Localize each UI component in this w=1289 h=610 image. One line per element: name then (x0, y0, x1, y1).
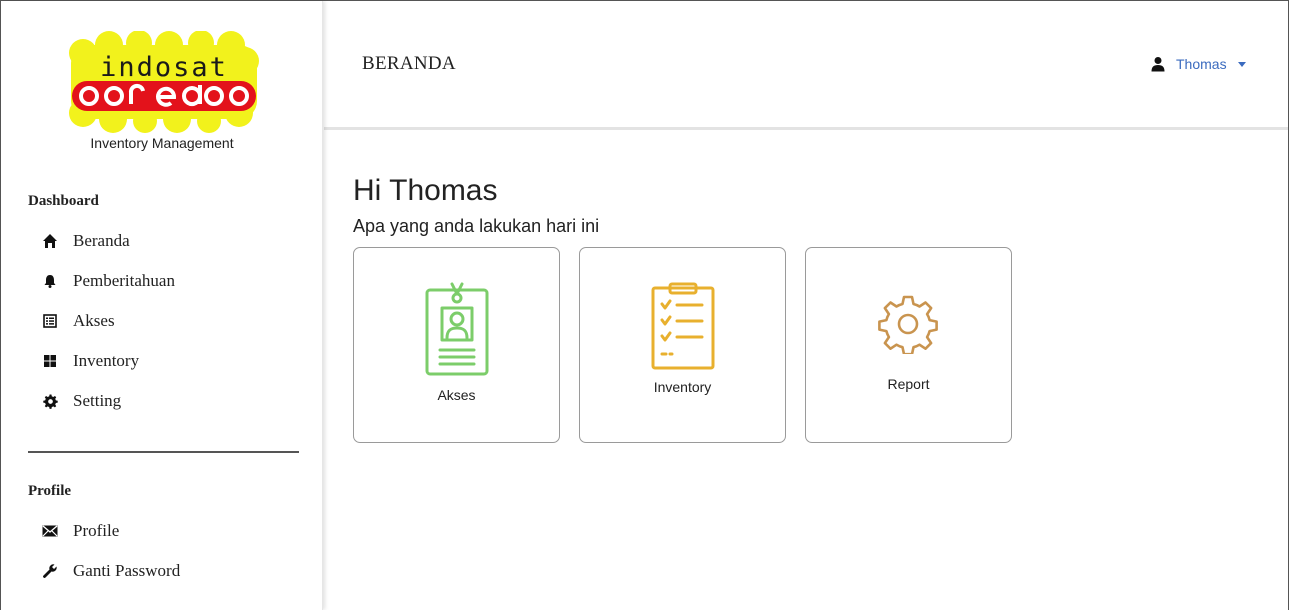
home-icon (41, 232, 59, 250)
card-report[interactable]: Report (805, 247, 1012, 443)
user-icon (1150, 56, 1166, 72)
app-caption: Inventory Management (90, 135, 234, 151)
card-label: Inventory (653, 379, 712, 395)
section-title-dashboard: Dashboard (28, 193, 99, 209)
top-header: BERANDA Thomas (324, 1, 1288, 130)
greeting-heading: Hi Thomas (353, 174, 498, 207)
grid-icon (41, 352, 59, 370)
sidebar-item-label: Inventory (73, 351, 140, 370)
sidebar-item-label: Pemberitahuan (73, 271, 175, 290)
card-inventory[interactable]: Inventory (579, 247, 786, 443)
wrench-icon (41, 562, 59, 580)
sidebar-item-beranda[interactable]: Beranda (41, 229, 130, 253)
sidebar: indosat Inventory Management Dashboard B… (1, 1, 323, 610)
sidebar-item-ganti-password[interactable]: Ganti Password (41, 559, 180, 583)
logo-indosat-text: indosat (100, 52, 228, 83)
sidebar-item-label: Setting (73, 391, 122, 410)
greeting-subtitle: Apa yang anda lakukan hari ini (353, 216, 600, 236)
sidebar-item-akses[interactable]: Akses (41, 309, 115, 333)
card-akses[interactable]: Akses (353, 247, 560, 443)
sidebar-item-label: Akses (73, 311, 115, 330)
sidebar-divider (28, 451, 299, 453)
user-menu-dropdown[interactable]: Thomas (1150, 56, 1246, 72)
card-label: Akses (437, 387, 476, 403)
sidebar-item-label: Ganti Password (73, 561, 181, 580)
user-name: Thomas (1176, 56, 1227, 72)
card-label: Report (887, 376, 930, 392)
sidebar-item-inventory[interactable]: Inventory (41, 349, 139, 373)
sidebar-item-profile[interactable]: Profile (41, 519, 119, 543)
section-title-profile: Profile (28, 483, 72, 499)
sidebar-item-label: Profile (73, 521, 120, 540)
page-title: BERANDA (362, 53, 456, 74)
list-icon (41, 312, 59, 330)
sidebar-item-label: Beranda (73, 231, 130, 250)
sidebar-item-pemberitahuan[interactable]: Pemberitahuan (41, 269, 175, 293)
gear-icon (878, 295, 938, 354)
indosat-ooredoo-logo[interactable]: indosat (69, 30, 259, 133)
envelope-icon (41, 522, 59, 540)
sidebar-item-setting[interactable]: Setting (41, 389, 121, 413)
id-badge-icon (425, 282, 489, 376)
clipboard-checklist-icon (651, 282, 715, 370)
chevron-down-icon (1237, 61, 1246, 67)
bell-icon (41, 272, 59, 290)
gear-icon (41, 392, 59, 410)
